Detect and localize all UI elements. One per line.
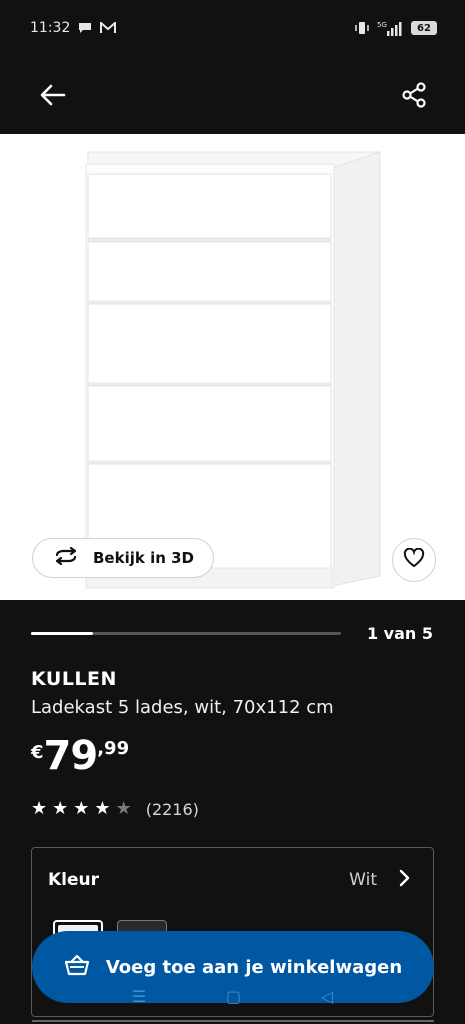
vibrate-icon [355,20,369,36]
battery-indicator: 62 [411,21,437,35]
view-3d-button[interactable]: Bekijk in 3D [32,538,214,578]
star-icon: ★ [52,798,69,819]
menu-icon[interactable]: ☰ [132,987,146,1006]
star-icon: ★ [94,798,111,819]
share-icon[interactable] [399,80,429,110]
product-name: KULLEN [31,668,117,690]
next-card-edge [32,1020,434,1022]
price-currency: € [31,742,44,763]
color-value: Wit [349,870,377,890]
status-left: 11:32 [30,20,117,36]
rating[interactable]: ★ ★ ★ ★ ★ (2216) [31,798,199,820]
chevron-right-icon [399,869,411,891]
basket-icon [64,954,90,981]
product-image[interactable]: Bekijk in 3D [0,134,465,600]
status-right: 5G 62 [355,20,437,36]
arrow-left-icon[interactable] [38,80,68,110]
rotate-3d-icon [53,546,79,569]
star-icon: ★ [73,798,90,819]
chat-bubble-icon [78,22,92,34]
dresser-illustration [85,151,381,589]
gallery-position-label: 1 van 5 [366,623,433,643]
rating-count: (2216) [145,799,199,819]
color-label: Kleur [48,870,100,890]
price: € 79 ,99 [31,734,129,778]
network-type: 5G [377,21,387,29]
mail-icon [100,22,117,34]
star-icon: ★ [31,798,48,819]
favorite-button[interactable] [392,538,436,582]
signal-icon: 5G [377,20,403,36]
app-bar [0,56,465,134]
product-description: Ladekast 5 lades, wit, 70x112 cm [31,697,334,718]
price-integer: 79 [43,733,99,779]
back-triangle-icon[interactable]: ◁ [321,987,333,1006]
star-icon: ★ [115,798,132,819]
price-decimal: ,99 [97,738,130,759]
color-row[interactable]: Kleur Wit [32,860,433,900]
gallery-progress: 1 van 5 [31,621,433,645]
status-time: 11:32 [30,20,71,36]
status-bar: 11:32 5G 62 [0,0,465,56]
home-square-icon[interactable]: ▢ [226,987,241,1006]
heart-icon [403,547,425,572]
progress-fill [31,631,93,635]
system-nav-bar: ☰ ▢ ◁ [0,984,465,1008]
view-3d-label: Bekijk in 3D [93,549,194,567]
progress-track[interactable] [31,631,341,635]
add-to-cart-label: Voeg toe aan je winkelwagen [105,956,403,978]
